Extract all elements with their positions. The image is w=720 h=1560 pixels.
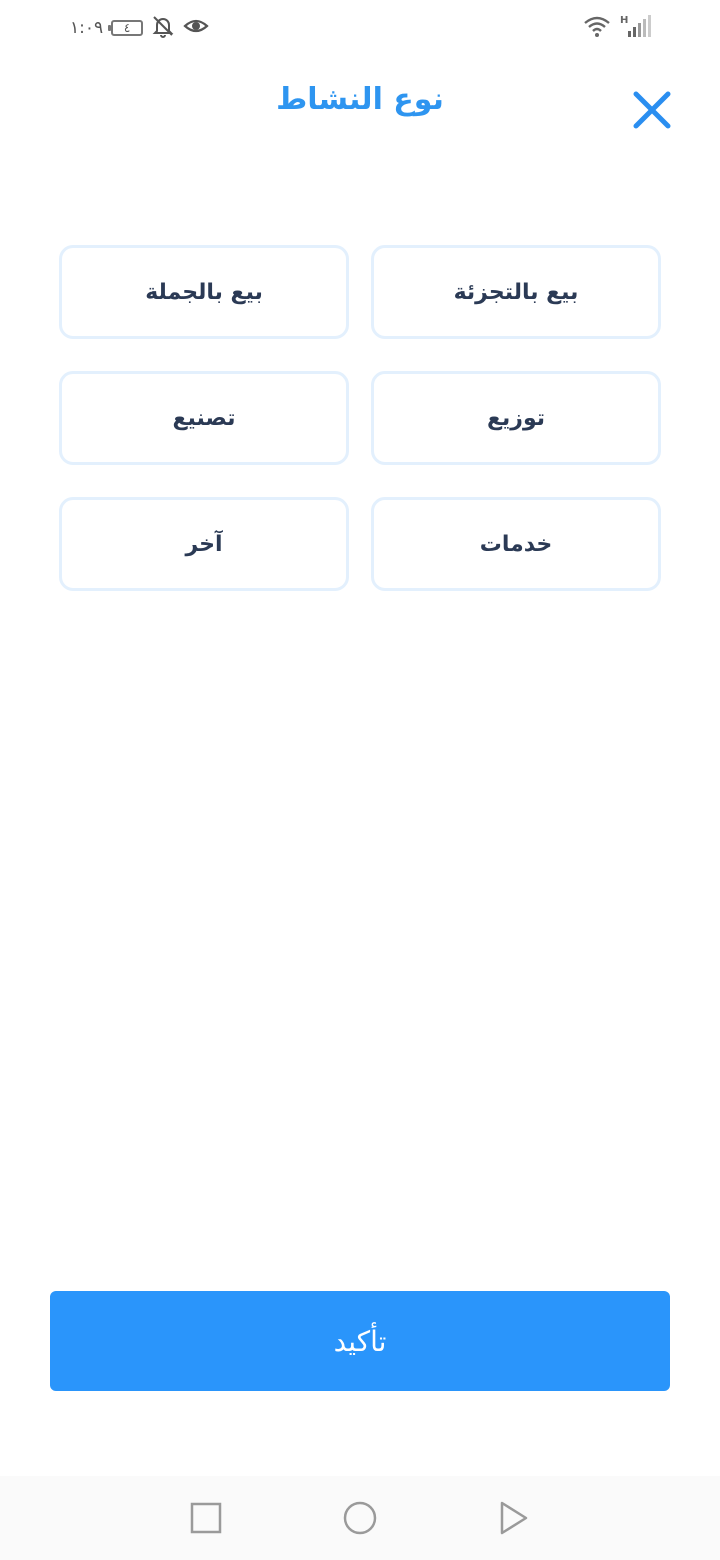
navigation-bar bbox=[0, 1476, 720, 1560]
back-button[interactable] bbox=[494, 1498, 534, 1538]
option-services[interactable]: خدمات bbox=[371, 497, 661, 591]
back-icon bbox=[500, 1501, 528, 1535]
status-time: ١:٠٩ bbox=[70, 18, 104, 38]
status-bar: ١:٠٩ ٤ H bbox=[0, 0, 720, 56]
battery-icon: ٤ bbox=[108, 20, 144, 36]
home-icon bbox=[343, 1501, 377, 1535]
bell-off-icon bbox=[151, 14, 175, 43]
option-manufacturing-label: تصنيع bbox=[172, 405, 236, 431]
wifi-icon bbox=[582, 14, 612, 42]
eye-icon bbox=[183, 14, 209, 43]
confirm-button[interactable]: تأكيد bbox=[50, 1291, 670, 1391]
recent-apps-button[interactable] bbox=[186, 1498, 226, 1538]
close-button[interactable] bbox=[630, 88, 674, 132]
battery-level: ٤ bbox=[123, 21, 131, 35]
option-wholesale-label: بيع بالجملة bbox=[145, 279, 263, 305]
option-distribution[interactable]: توزيع bbox=[371, 371, 661, 465]
status-left: ١:٠٩ ٤ bbox=[70, 14, 209, 42]
option-manufacturing[interactable]: تصنيع bbox=[59, 371, 349, 465]
svg-text:H: H bbox=[620, 15, 628, 26]
confirm-button-label: تأكيد bbox=[333, 1324, 387, 1358]
option-distribution-label: توزيع bbox=[487, 405, 546, 431]
option-services-label: خدمات bbox=[479, 531, 553, 557]
recent-apps-icon bbox=[190, 1502, 222, 1534]
home-button[interactable] bbox=[340, 1498, 380, 1538]
close-icon bbox=[633, 91, 671, 129]
option-retail-label: بيع بالتجزئة bbox=[453, 279, 579, 305]
option-other[interactable]: آخر bbox=[59, 497, 349, 591]
page-title: نوع النشاط bbox=[276, 82, 444, 117]
status-right: H bbox=[582, 14, 652, 42]
option-retail[interactable]: بيع بالتجزئة bbox=[371, 245, 661, 339]
signal-bars-icon: H bbox=[620, 13, 652, 43]
option-wholesale[interactable]: بيع بالجملة bbox=[59, 245, 349, 339]
option-other-label: آخر bbox=[185, 531, 223, 557]
